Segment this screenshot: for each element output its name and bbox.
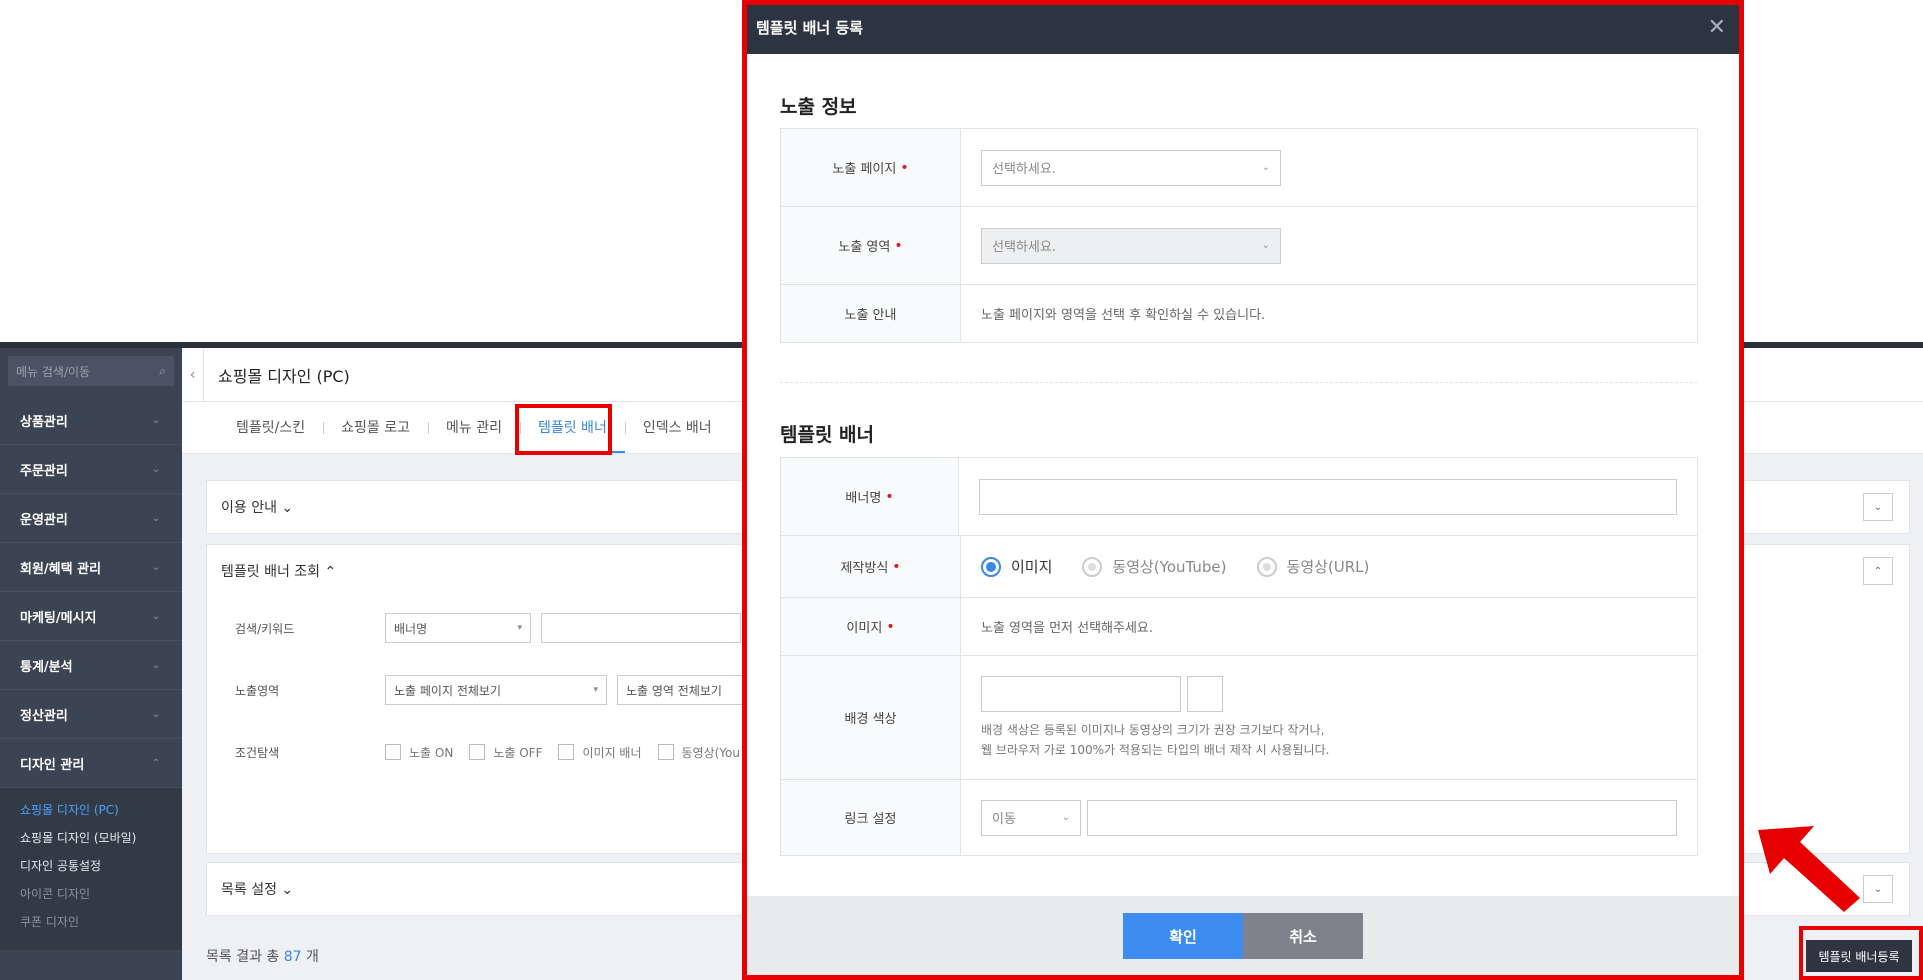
chevron-down-icon: ⌄ — [151, 512, 160, 524]
tab-logo[interactable]: 쇼핑몰 로고 — [323, 415, 428, 453]
area-filter-select[interactable]: 노출 영역 전체보기 — [617, 675, 747, 705]
section-divider — [780, 382, 1698, 383]
radio-youtube[interactable]: 동영상(YouTube) — [1082, 556, 1227, 577]
chevron-down-icon[interactable]: ⌄ — [1863, 875, 1893, 903]
row-method: 제작방식 • 이미지 동영상(YouTube) 동영상(URL) — [781, 536, 1697, 598]
screen: 메뉴 검색/이동 ⌕ 상품관리 ⌄ 주문관리 ⌄ 운영관리 ⌄ 회원/혜택 관리 ⌄ 마… — [0, 0, 1923, 980]
close-icon[interactable]: ✕ — [1708, 15, 1726, 40]
result-count: 목록 결과 총 87 개 — [206, 949, 319, 965]
submenu-design-mobile[interactable]: 쇼핑몰 디자인 (모바일) — [0, 824, 182, 852]
row-image: 이미지 • 노출 영역을 먼저 선택해주세요. — [781, 598, 1697, 656]
sidebar-item-marketing[interactable]: 마케팅/메시지 ⌄ — [0, 592, 182, 641]
modal-header: 템플릿 배너 등록 ✕ — [746, 0, 1740, 54]
chevron-down-icon: ⌄ — [1261, 162, 1270, 173]
chevron-down-icon: ⌄ — [1061, 812, 1070, 823]
link-type-select[interactable]: 이동 ⌄ — [981, 799, 1081, 836]
required-mark: • — [900, 159, 909, 176]
chevron-down-icon: ⌄ — [151, 561, 160, 573]
tab-template-skin[interactable]: 템플릿/스킨 — [218, 415, 323, 453]
row-link: 링크 설정 이동 ⌄ — [781, 780, 1697, 856]
sidebar-item-products[interactable]: 상품관리 ⌄ — [0, 396, 182, 445]
sidebar-item-design[interactable]: 디자인 관리 ⌃ — [0, 739, 182, 788]
confirm-button[interactable]: 확인 — [1123, 913, 1243, 959]
chevron-down-icon: ⌄ — [151, 610, 160, 622]
chevron-down-icon: ⌄ — [151, 659, 160, 671]
checkbox-on[interactable] — [385, 744, 401, 760]
sidebar-item-stats[interactable]: 통계/분석 ⌄ — [0, 641, 182, 690]
required-mark: • — [894, 237, 903, 254]
chevron-down-icon: ▾ — [517, 623, 522, 633]
color-swatch[interactable] — [1187, 675, 1223, 712]
page-filter-select[interactable]: 노출 페이지 전체보기 ▾ — [385, 675, 607, 705]
submenu-design-common[interactable]: 디자인 공통설정 — [0, 852, 182, 880]
keyword-select[interactable]: 배너명 ▾ — [385, 613, 531, 643]
submenu-coupon-design[interactable]: 쿠폰 디자인 — [0, 908, 182, 936]
design-submenu: 쇼핑몰 디자인 (PC) 쇼핑몰 디자인 (모바일) 디자인 공통설정 아이콘 … — [0, 788, 182, 950]
keyword-input[interactable] — [541, 613, 741, 643]
row-area: 노출 영역 • 선택하세요. ⌄ — [781, 207, 1697, 285]
sidebar-item-operation[interactable]: 운영관리 ⌄ — [0, 494, 182, 543]
bg-color-input[interactable] — [981, 675, 1181, 712]
cancel-button[interactable]: 취소 — [1243, 913, 1363, 959]
chevron-up-icon: ⌃ — [151, 757, 160, 769]
page-select[interactable]: 선택하세요. ⌄ — [981, 149, 1281, 186]
sidebar-item-orders[interactable]: 주문관리 ⌄ — [0, 445, 182, 494]
radio-on-icon — [981, 556, 1001, 577]
banner-table: 배너명 • 제작방식 • 이미지 동영상(YouTube) 동영상(URL) 이미지… — [780, 457, 1698, 856]
row-guide: 노출 안내 노출 페이지와 영역을 선택 후 확인하실 수 있습니다. — [781, 285, 1697, 343]
checkbox-off[interactable] — [469, 744, 486, 760]
tab-menu[interactable]: 메뉴 관리 — [427, 415, 520, 453]
register-modal: 템플릿 배너 등록 ✕ 노출 정보 노출 페이지 • 선택하세요. ⌄ 노출 영역 •… — [746, 0, 1740, 976]
collapse-sidebar-button[interactable]: ‹ — [182, 347, 204, 402]
chevron-down-icon: ⌄ — [151, 414, 160, 426]
sidebar: 메뉴 검색/이동 ⌕ 상품관리 ⌄ 주문관리 ⌄ 운영관리 ⌄ 회원/혜택 관리 ⌄ 마… — [0, 348, 182, 980]
row-page: 노출 페이지 • 선택하세요. ⌄ — [781, 129, 1697, 207]
tab-index-banner[interactable]: 인덱스 배너 — [624, 415, 730, 453]
modal-footer: 확인 취소 — [746, 896, 1740, 976]
radio-url[interactable]: 동영상(URL) — [1256, 556, 1369, 577]
register-highlight-box — [1799, 926, 1923, 980]
area-select[interactable]: 선택하세요. ⌄ — [981, 227, 1281, 264]
filter-area: 노출영역 노출 페이지 전체보기 ▾ 노출 영역 전체보기 — [235, 675, 757, 705]
sidebar-item-members[interactable]: 회원/혜택 관리 ⌄ — [0, 543, 182, 592]
required-mark: • — [892, 558, 901, 575]
chevron-down-icon: ▾ — [593, 685, 598, 695]
required-mark: • — [885, 488, 894, 505]
checkbox-image[interactable] — [558, 744, 575, 760]
modal-title: 템플릿 배너 등록 — [756, 18, 864, 37]
submenu-icon-design[interactable]: 아이콘 디자인 — [0, 880, 182, 908]
radio-off-icon — [1256, 556, 1277, 577]
exposure-table: 노출 페이지 • 선택하세요. ⌄ 노출 영역 • 선택하세요. ⌄ 노출 안내 노출 … — [780, 128, 1698, 343]
section-banner-title: 템플릿 배너 — [780, 424, 875, 446]
arrow-icon — [1758, 826, 1860, 912]
link-url-input[interactable] — [1087, 799, 1677, 836]
chevron-down-icon: ⌄ — [151, 463, 160, 475]
checkbox-video[interactable] — [657, 744, 674, 760]
row-name: 배너명 • — [781, 458, 1697, 536]
radio-off-icon — [1082, 556, 1103, 577]
banner-name-input[interactable] — [979, 478, 1677, 515]
chevron-down-icon: ⌄ — [1261, 240, 1270, 251]
tab-highlight-box — [515, 404, 612, 455]
required-mark: • — [886, 618, 895, 635]
page-title: 쇼핑몰 디자인 (PC) — [218, 366, 350, 386]
chevron-down-icon: ⌄ — [151, 708, 160, 720]
menu-search-input[interactable]: 메뉴 검색/이동 ⌕ — [8, 356, 174, 386]
sidebar-item-settlement[interactable]: 정산관리 ⌄ — [0, 690, 182, 739]
section-exposure-title: 노출 정보 — [780, 96, 857, 118]
row-bg-color: 배경 색상 배경 색상은 등록된 이미지나 동영상의 크기가 권장 크기보다 작… — [781, 656, 1697, 780]
chevron-down-icon[interactable]: ⌄ — [1863, 493, 1893, 521]
chevron-up-icon[interactable]: ⌃ — [1863, 557, 1893, 585]
filter-keyword: 검색/키워드 배너명 ▾ — [235, 613, 751, 643]
submenu-design-pc[interactable]: 쇼핑몰 디자인 (PC) — [0, 796, 182, 824]
filter-condition: 조건탐색 노출 ON 노출 OFF 이미지 배너 동영상(You — [235, 744, 740, 760]
search-icon[interactable]: ⌕ — [159, 364, 166, 379]
radio-image[interactable]: 이미지 — [981, 556, 1052, 577]
